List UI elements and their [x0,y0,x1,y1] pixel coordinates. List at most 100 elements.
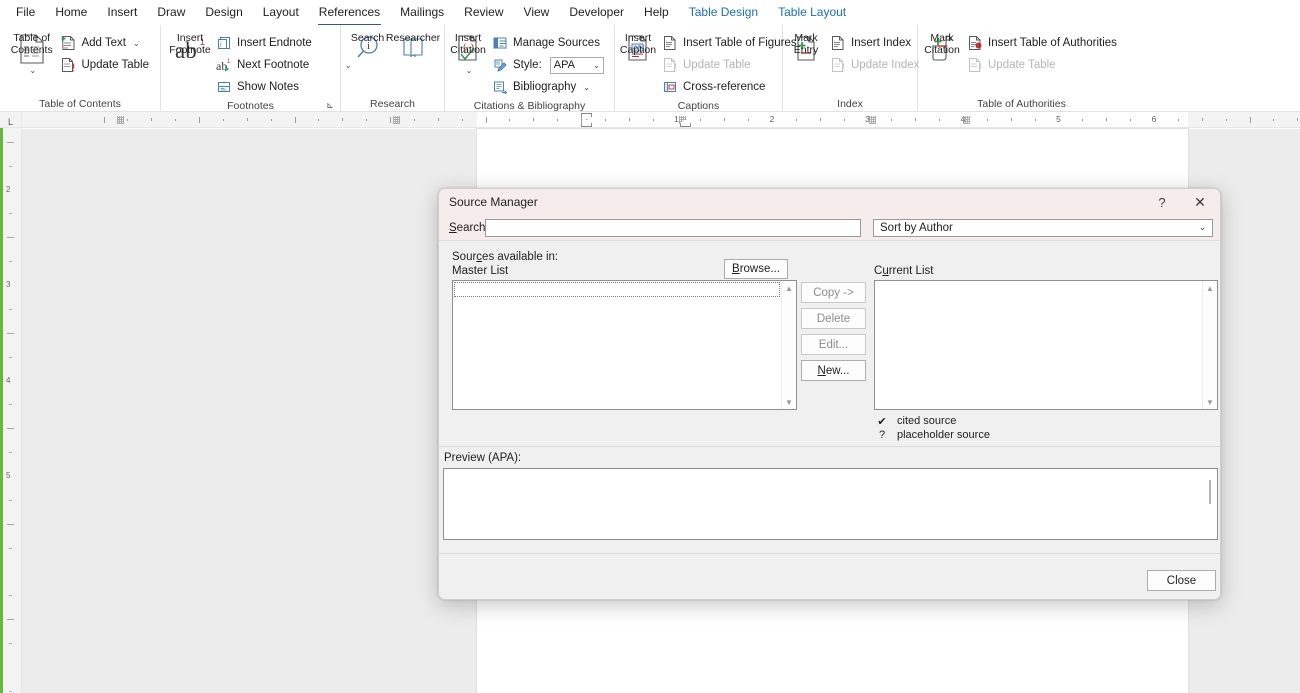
insert-citation-button[interactable]: (–) Insert Citation ⌄ [450,30,486,75]
left-indent-marker[interactable] [581,127,592,128]
style-control[interactable]: Style: APA ⌄ [487,54,609,76]
svg-text:1: 1 [227,59,231,65]
tab-table-layout[interactable]: Table Layout [768,1,856,24]
tab-view[interactable]: View [514,1,560,24]
tab-table-design[interactable]: Table Design [679,1,768,24]
chevron-down-icon[interactable]: ⌄ [29,66,36,75]
update-table-toc-button[interactable]: Update Table [55,54,154,76]
manage-sources-button[interactable]: Manage Sources [487,32,609,54]
ruler-tick [891,119,893,121]
tab-review[interactable]: Review [454,1,513,24]
chevron-down-icon[interactable]: ⌄ [1195,220,1210,235]
tab-home[interactable]: Home [45,1,97,24]
tab-developer[interactable]: Developer [559,1,634,24]
chevron-down-icon[interactable]: ⌄ [133,39,140,48]
ruler-tab-marker[interactable] [393,116,400,124]
search-button[interactable]: i Search [347,30,388,66]
insert-endnote-label: Insert Endnote [237,37,312,49]
chevron-down-icon[interactable]: ⌄ [593,61,600,70]
ruler-tick [9,452,12,454]
update-table-toc-label: Update Table [81,59,149,71]
ruler-tick [1201,118,1203,121]
vertical-ruler[interactable]: 2 3 4 5 [0,128,22,693]
ruler-tick [127,119,129,121]
scroll-down-icon[interactable]: ▼ [1203,395,1218,409]
tab-design[interactable]: Design [195,1,252,24]
insert-index-label: Insert Index [851,37,912,49]
current-list-scrollbar[interactable]: ▲ ▼ [1202,281,1217,409]
delete-button[interactable]: Delete [801,308,866,329]
show-notes-button[interactable]: Show Notes [211,76,361,98]
chevron-down-icon[interactable]: ⌄ [583,83,590,92]
next-footnote-button[interactable]: ab 1 Next Footnote ⌄ [211,54,361,76]
edit-label: Edit... [818,338,849,351]
scrollbar-thumb[interactable] [1209,480,1211,504]
insert-table-of-authorities-button[interactable]: Insert Table of Authorities [962,32,1122,54]
style-label: Style: [513,59,542,71]
ruler-tick [1010,118,1012,121]
ruler-tick [1034,119,1036,121]
tab-insert[interactable]: Insert [97,1,147,24]
new-button[interactable]: New... [801,360,866,381]
insert-footnote-button[interactable]: ab 1 Insert Footnote [169,30,210,66]
insert-index-button[interactable]: Insert Index [825,32,924,54]
footnotes-dialog-launcher[interactable]: ⊾ [324,99,336,111]
ruler-tick [342,118,344,121]
ruler-tick [390,117,391,123]
style-dropdown[interactable]: APA ⌄ [549,56,604,74]
horizontal-ruler[interactable]: 123456 [22,112,1300,128]
researcher-button[interactable]: Researcher [386,30,440,66]
ruler-tick [509,119,511,121]
tab-file[interactable]: File [6,1,45,24]
ribbon-group-table-of-authorities: Mark Citation Insert Table of Authoritie… [918,25,1125,112]
insert-caption-button[interactable]: Insert Caption [620,30,656,66]
mark-citation-label: Mark Citation [924,32,960,56]
table-of-contents-button[interactable]: Table of Contents ⌄ [11,30,53,75]
insert-endnote-button[interactable]: i Insert Endnote [211,32,361,54]
tab-label: View [523,5,550,19]
sort-dropdown[interactable]: Sort by Author ⌄ [873,218,1213,237]
add-text-button[interactable]: Add Text ⌄ [55,32,154,54]
mark-citation-button[interactable]: Mark Citation [924,30,960,66]
tab-references[interactable]: References [309,1,390,26]
scroll-up-icon[interactable]: ▲ [782,281,797,295]
insert-table-of-authorities-label: Insert Table of Authorities [988,37,1117,49]
cross-reference-label: Cross-reference [683,81,766,93]
close-button[interactable]: Close [1147,570,1216,591]
master-list-box[interactable]: ▲ ▼ [452,280,797,410]
tab-mailings[interactable]: Mailings [390,1,454,24]
chevron-down-icon[interactable]: ⌄ [466,66,473,75]
dialog-search-row: Search: Sort by Author ⌄ [439,215,1220,241]
scroll-up-icon[interactable]: ▲ [1203,281,1218,295]
ruler-tick [1273,119,1275,121]
ruler-tab-marker[interactable] [963,116,970,124]
scroll-down-icon[interactable]: ▼ [782,395,797,409]
sources-available-label: Sources available in: [452,251,559,263]
tab-label: Developer [569,5,625,19]
ruler-corner-tab-selector[interactable]: L [0,112,22,128]
cross-reference-button[interactable]: Cross-reference [657,76,802,98]
edit-button[interactable]: Edit... [801,334,866,355]
master-list-scrollbar[interactable]: ▲ ▼ [781,281,796,409]
tab-layout[interactable]: Layout [253,1,309,24]
close-icon[interactable]: ✕ [1180,189,1220,215]
tab-help[interactable]: Help [634,1,679,24]
mark-entry-button[interactable]: Mark Entry [791,30,821,66]
ruler-tick [1177,119,1179,121]
dialog-title-bar[interactable]: Source Manager ? ✕ [439,189,1220,215]
browse-button[interactable]: Browse... [724,259,788,279]
ruler-tick [1082,119,1084,121]
tab-draw[interactable]: Draw [147,1,195,24]
bibliography-button[interactable]: Bibliography ⌄ [487,76,609,98]
help-icon[interactable]: ? [1144,189,1180,215]
current-list-box[interactable]: ▲ ▼ [874,280,1218,410]
ruler-tab-marker[interactable] [869,116,876,124]
ruler-tick [819,118,821,121]
ruler-tick [222,119,224,121]
search-input[interactable] [485,218,861,237]
preview-scrollbar[interactable] [1202,469,1217,539]
preview-box[interactable] [443,468,1218,540]
copy-button[interactable]: Copy -> [801,282,866,303]
ruler-tab-marker[interactable] [117,116,124,124]
legend-placeholder-source: ? placeholder source [875,429,990,441]
